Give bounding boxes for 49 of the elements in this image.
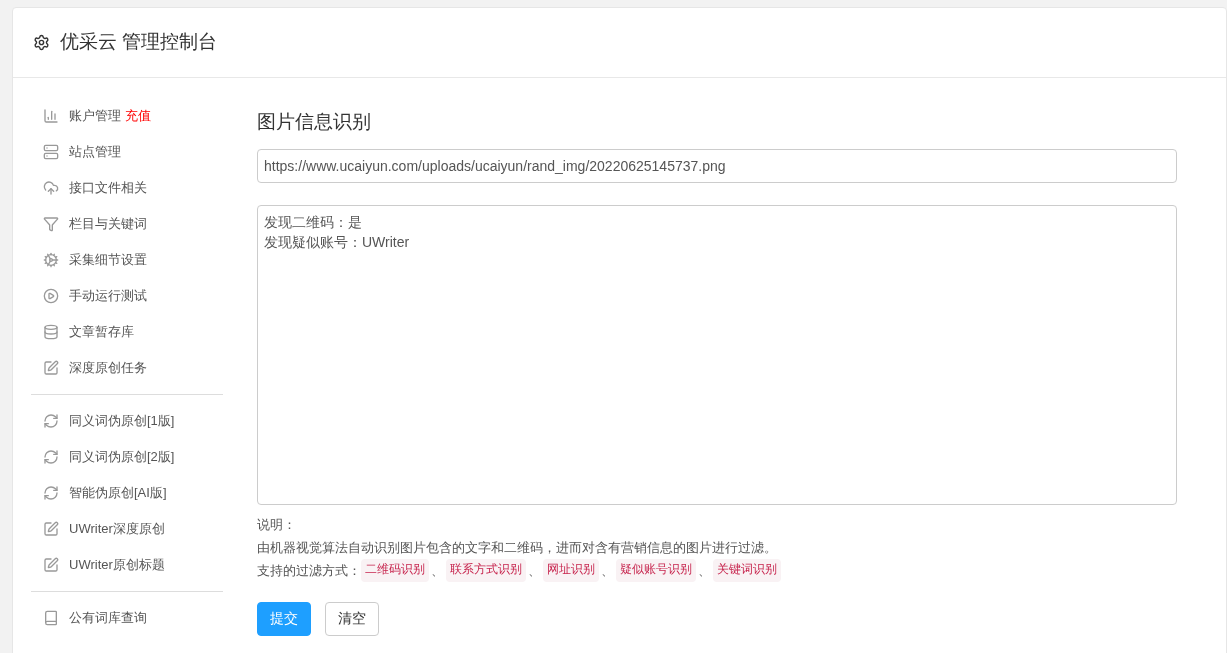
sidebar-link[interactable]: 公有词库查询: [69, 608, 147, 628]
bar-chart-icon: [43, 108, 59, 124]
database-icon: [43, 324, 59, 340]
separator: 、: [697, 561, 712, 580]
separator: 、: [527, 561, 542, 580]
play-icon: [43, 288, 59, 304]
sidebar-link[interactable]: 账户管理: [69, 106, 121, 126]
settings-icon: [33, 34, 50, 51]
notes-heading: 说明：: [257, 515, 297, 534]
result-line: 发现疑似账号：UWriter: [264, 232, 411, 252]
edit-icon: [43, 521, 59, 537]
sidebar-link[interactable]: 栏目与关键词: [69, 214, 147, 234]
method-tag: 联系方式识别: [446, 558, 526, 582]
recharge-link[interactable]: 充值: [125, 106, 151, 126]
sidebar-link[interactable]: 智能伪原创[AI版]: [69, 483, 167, 503]
sidebar-link[interactable]: 手动运行测试: [69, 286, 147, 306]
sidebar-link[interactable]: 接口文件相关: [69, 178, 147, 198]
edit-icon: [43, 557, 59, 573]
server-icon: [43, 144, 59, 160]
sidebar-link[interactable]: UWriter原创标题: [69, 555, 165, 575]
url-field[interactable]: https://www.ucaiyun.com/uploads/ucaiyun/rand_img/20220625145737.png: [257, 148, 1177, 183]
result-line: 发现二维码：是: [264, 212, 363, 232]
method-tag: 二维码识别: [361, 558, 429, 582]
sidebar-link[interactable]: 文章暂存库: [69, 322, 134, 342]
method-tag: 疑似账号识别: [616, 558, 696, 582]
result-box[interactable]: 发现二维码：是 发现疑似账号：UWriter: [257, 204, 1177, 505]
book-icon: [43, 610, 59, 626]
refresh-icon: [43, 413, 59, 429]
sidebar-link[interactable]: UWriter深度原创: [69, 519, 165, 539]
cloud-upload-icon: [43, 180, 59, 196]
sidebar-link[interactable]: 同义词伪原创[2版]: [69, 447, 175, 467]
clear-button[interactable]: 清空: [325, 601, 379, 636]
sidebar-link[interactable]: 站点管理: [69, 142, 121, 162]
sidebar-link[interactable]: 同义词伪原创[1版]: [69, 411, 175, 431]
method-tag: 关键词识别: [713, 558, 781, 582]
refresh-icon: [43, 485, 59, 501]
methods-label: 支持的过滤方式：: [257, 561, 361, 580]
separator: 、: [430, 561, 445, 580]
separator: 、: [600, 561, 615, 580]
sidebar-link[interactable]: 深度原创任务: [69, 358, 147, 378]
filter-icon: [43, 216, 59, 232]
page-title: 优采云 管理控制台: [60, 30, 218, 55]
section-title: 图片信息识别: [257, 110, 372, 134]
edit-icon: [43, 360, 59, 376]
refresh-icon: [43, 449, 59, 465]
sidebar-link[interactable]: 采集细节设置: [69, 250, 147, 270]
method-tag: 网址识别: [543, 558, 599, 582]
notes-description: 由机器视觉算法自动识别图片包含的文字和二维码，进而对含有营销信息的图片进行过滤。: [257, 538, 778, 557]
gears-icon: [43, 252, 59, 268]
